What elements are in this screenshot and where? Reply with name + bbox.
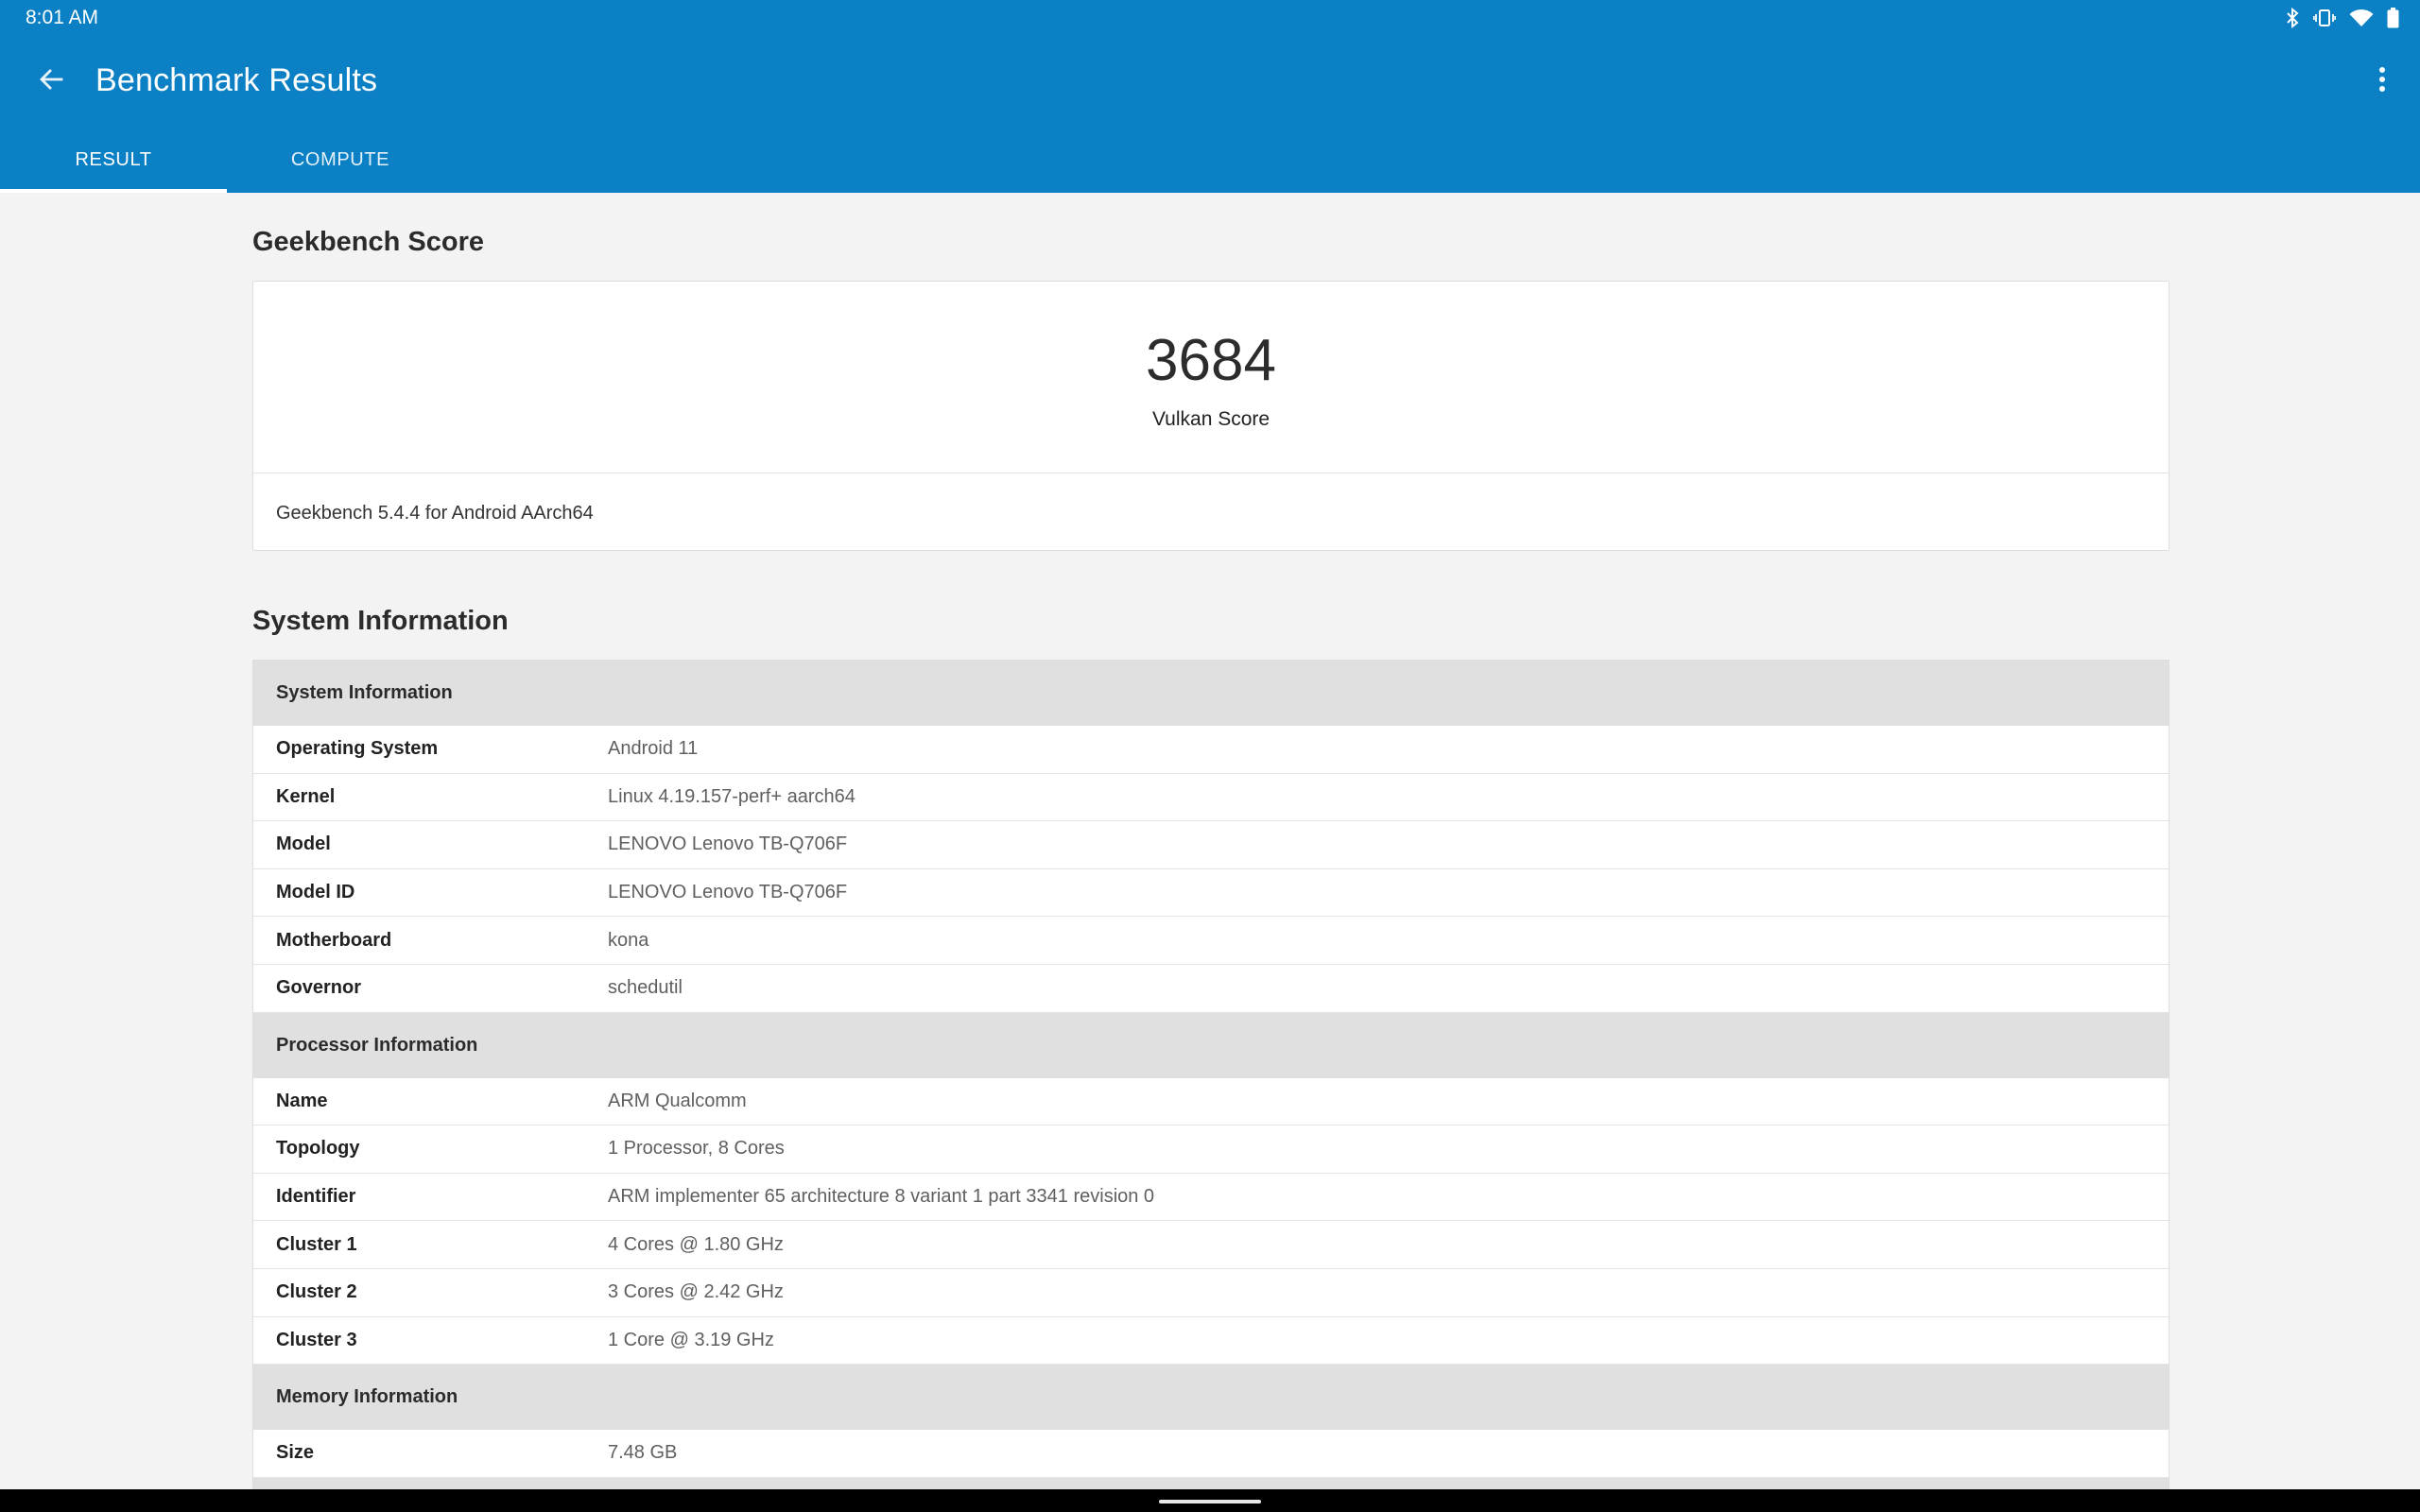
page-title: Benchmark Results: [95, 62, 378, 98]
vulkan-score-label: Vulkan Score: [1151, 408, 1270, 430]
score-card: 3684 Vulkan Score Geekbench 5.4.4 for An…: [252, 281, 2169, 551]
app-bar: 8:01 AM Benchmark Results RESULT COMPUTE: [0, 0, 2420, 193]
overflow-menu-button[interactable]: [2358, 57, 2407, 106]
tab-bar: RESULT COMPUTE: [0, 127, 454, 193]
group-header-memory: Memory Information: [253, 1365, 2169, 1431]
table-row: Identifier ARM implementer 65 architectu…: [253, 1173, 2169, 1222]
row-key: Name: [276, 1090, 328, 1111]
row-key: Model: [276, 833, 331, 855]
row-key: Governor: [276, 977, 362, 999]
row-value: 4 Cores @ 1.80 GHz: [608, 1233, 784, 1255]
row-value: Android 11: [608, 738, 699, 760]
row-key: Model ID: [276, 882, 355, 903]
row-key: Cluster 1: [276, 1233, 357, 1255]
row-key: Cluster 3: [276, 1329, 357, 1350]
battery-icon: [2387, 8, 2399, 28]
row-value: ARM implementer 65 architecture 8 varian…: [608, 1186, 1155, 1208]
row-value: LENOVO Lenovo TB-Q706F: [608, 833, 848, 855]
table-row: Cluster 3 1 Core @ 3.19 GHz: [253, 1316, 2169, 1366]
system-section-heading: System Information: [252, 606, 509, 636]
row-value: 7.48 GB: [608, 1442, 678, 1464]
table-row: Governor schedutil: [253, 964, 2169, 1013]
score-section-heading: Geekbench Score: [252, 227, 484, 257]
table-row: Name ARM Qualcomm: [253, 1077, 2169, 1126]
toolbar: Benchmark Results: [0, 36, 2420, 127]
table-row: Cluster 2 3 Cores @ 2.42 GHz: [253, 1268, 2169, 1317]
navigation-bar: [0, 1489, 2420, 1512]
results-content[interactable]: Geekbench Score 3684 Vulkan Score Geekbe…: [0, 193, 2420, 1497]
geekbench-version: Geekbench 5.4.4 for Android AArch64: [276, 503, 594, 524]
home-gesture-handle[interactable]: [1159, 1500, 1261, 1503]
bluetooth-icon: [2285, 8, 2300, 28]
row-value: 1 Processor, 8 Cores: [608, 1138, 785, 1160]
table-row: Size 7.48 GB: [253, 1430, 2169, 1478]
back-button[interactable]: [23, 57, 79, 106]
status-bar: 8:01 AM: [0, 0, 2420, 36]
score-summary: 3684 Vulkan Score: [253, 282, 2169, 473]
table-row: Model LENOVO Lenovo TB-Q706F: [253, 821, 2169, 869]
row-key: Motherboard: [276, 929, 392, 951]
more-vert-icon: [2378, 66, 2386, 97]
row-value: Linux 4.19.157-perf+ aarch64: [608, 785, 856, 807]
table-row: Topology 1 Processor, 8 Cores: [253, 1125, 2169, 1174]
table-row: Operating System Android 11: [253, 726, 2169, 774]
wifi-icon: [2349, 9, 2374, 27]
row-key: Kernel: [276, 785, 336, 807]
status-icons: [2285, 7, 2399, 29]
group-header-processor: Processor Information: [253, 1012, 2169, 1078]
table-row: Motherboard kona: [253, 917, 2169, 965]
row-key: Size: [276, 1442, 315, 1464]
vibrate-icon: [2313, 8, 2336, 28]
table-row: Cluster 1 4 Cores @ 1.80 GHz: [253, 1221, 2169, 1269]
row-value: ARM Qualcomm: [608, 1090, 747, 1111]
table-row: Model ID LENOVO Lenovo TB-Q706F: [253, 868, 2169, 918]
row-value: LENOVO Lenovo TB-Q706F: [608, 882, 848, 903]
row-value: schedutil: [608, 977, 683, 999]
row-key: Operating System: [276, 738, 439, 760]
row-value: 3 Cores @ 2.42 GHz: [608, 1281, 784, 1303]
row-key: Identifier: [276, 1186, 356, 1208]
row-value: kona: [608, 929, 649, 951]
status-time: 8:01 AM: [26, 7, 99, 28]
row-key: Topology: [276, 1138, 360, 1160]
tab-compute[interactable]: COMPUTE: [227, 127, 454, 193]
row-key: Cluster 2: [276, 1281, 357, 1303]
table-row: Kernel Linux 4.19.157-perf+ aarch64: [253, 773, 2169, 822]
system-info-table: System Information Operating System Andr…: [252, 660, 2169, 1497]
arrow-back-icon: [38, 66, 64, 97]
row-value: 1 Core @ 3.19 GHz: [608, 1329, 774, 1350]
group-header-system: System Information: [253, 661, 2169, 726]
vulkan-score-value: 3684: [1146, 328, 1276, 393]
tab-result[interactable]: RESULT: [0, 127, 227, 193]
